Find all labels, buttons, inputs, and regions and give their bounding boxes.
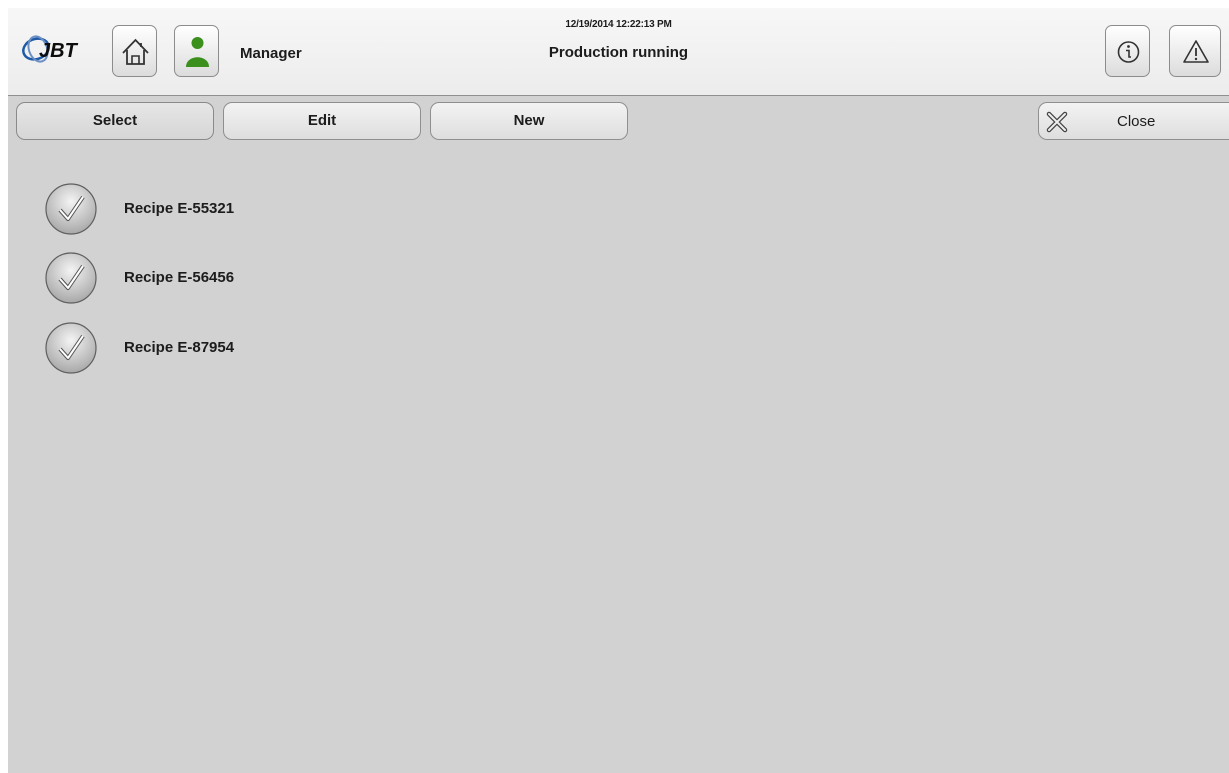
checkmark-icon[interactable] xyxy=(44,182,98,236)
production-status: Production running xyxy=(548,44,689,61)
recipe-item[interactable]: Recipe E-55321 xyxy=(44,182,444,238)
recipe-item[interactable]: Recipe E-56456 xyxy=(44,251,444,307)
checkmark-icon[interactable] xyxy=(44,321,98,375)
tab-edit[interactable]: Edit xyxy=(223,102,421,140)
tab-new[interactable]: New xyxy=(430,102,628,140)
tab-select[interactable]: Select xyxy=(16,102,214,140)
warning-icon xyxy=(1183,40,1209,63)
close-label: Close xyxy=(1117,113,1156,130)
info-icon xyxy=(1117,41,1140,63)
recipe-label: Recipe E-87954 xyxy=(124,339,235,356)
recipe-item[interactable]: Recipe E-87954 xyxy=(44,321,444,377)
checkmark-icon[interactable] xyxy=(44,251,98,305)
close-button[interactable]: Close xyxy=(1038,102,1229,140)
recipe-label: Recipe E-56456 xyxy=(124,269,235,286)
recipe-label: Recipe E-55321 xyxy=(124,200,235,217)
warning-button[interactable] xyxy=(1169,25,1221,77)
header-bar: JBT Manager 12/19/2014 12:22:13 PM Produ… xyxy=(8,8,1229,96)
close-icon xyxy=(1046,111,1068,133)
info-button[interactable] xyxy=(1105,25,1150,77)
datetime-label: 12/19/2014 12:22:13 PM xyxy=(565,19,672,30)
app-window: JBT Manager 12/19/2014 12:22:13 PM Produ… xyxy=(8,8,1229,773)
